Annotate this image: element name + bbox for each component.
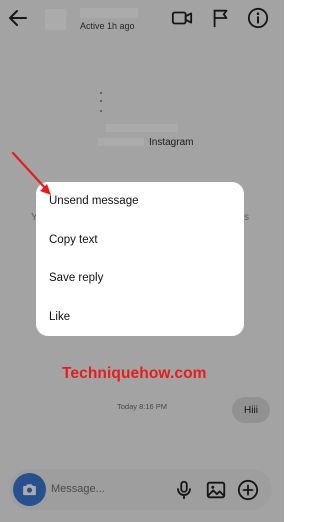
chat-screen: Active 1h ago Instagram Y s Today 8:16 P… [0,0,284,522]
menu-item-label: Save reply [49,272,104,284]
message-context-menu: Unsend message Copy text Save reply Like [36,182,244,336]
menu-item-save-reply[interactable]: Save reply [36,259,244,297]
menu-item-like[interactable]: Like [36,298,244,336]
menu-item-copy-text[interactable]: Copy text [36,221,244,259]
menu-item-unsend-message[interactable]: Unsend message [36,182,244,220]
menu-item-label: Unsend message [49,195,139,207]
watermark-text: Techniquehow.com [62,365,207,382]
menu-item-label: Like [49,311,71,323]
menu-item-label: Copy text [49,234,98,246]
